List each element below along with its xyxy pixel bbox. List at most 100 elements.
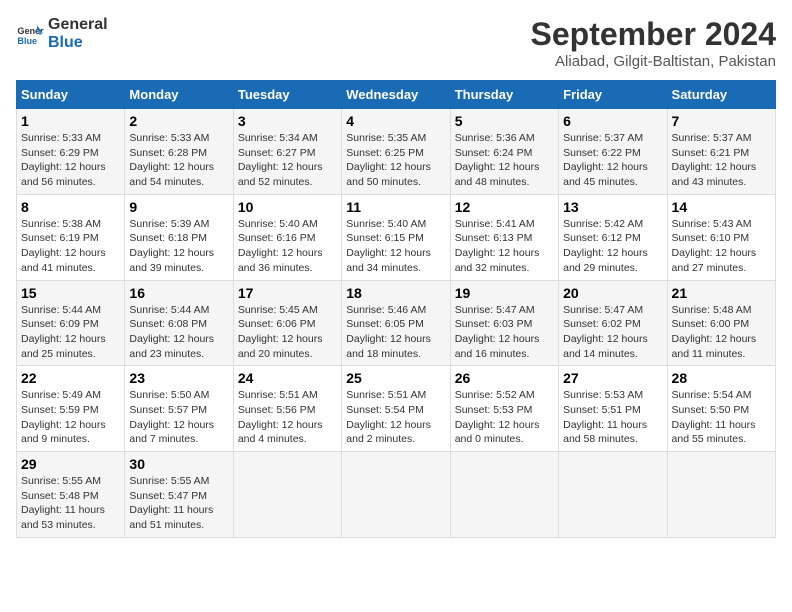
day-cell: 18 Sunrise: 5:46 AMSunset: 6:05 PMDayligh… [342, 280, 450, 366]
day-number: 9 [129, 199, 228, 215]
day-cell: 6 Sunrise: 5:37 AMSunset: 6:22 PMDaylight… [559, 109, 667, 195]
day-number: 1 [21, 113, 120, 129]
day-info: Sunrise: 5:47 AMSunset: 6:02 PMDaylight:… [563, 303, 662, 362]
day-number: 14 [672, 199, 771, 215]
day-info: Sunrise: 5:48 AMSunset: 6:00 PMDaylight:… [672, 303, 771, 362]
header-cell-friday: Friday [559, 81, 667, 109]
day-cell [559, 452, 667, 538]
day-info: Sunrise: 5:54 AMSunset: 5:50 PMDaylight:… [672, 388, 771, 447]
day-info: Sunrise: 5:44 AMSunset: 6:09 PMDaylight:… [21, 303, 120, 362]
day-info: Sunrise: 5:33 AMSunset: 6:28 PMDaylight:… [129, 131, 228, 190]
day-cell: 3 Sunrise: 5:34 AMSunset: 6:27 PMDaylight… [233, 109, 341, 195]
header: General Blue General Blue September 2024… [16, 16, 776, 70]
day-number: 2 [129, 113, 228, 129]
header-cell-tuesday: Tuesday [233, 81, 341, 109]
day-cell: 26 Sunrise: 5:52 AMSunset: 5:53 PMDayligh… [450, 366, 558, 452]
header-cell-monday: Monday [125, 81, 233, 109]
day-cell: 13Sunrise: 5:42 AMSunset: 6:12 PMDayligh… [559, 194, 667, 280]
day-cell: 12 Sunrise: 5:41 AMSunset: 6:13 PMDayligh… [450, 194, 558, 280]
day-number: 22 [21, 370, 120, 386]
day-info: Sunrise: 5:36 AMSunset: 6:24 PMDaylight:… [455, 131, 554, 190]
day-info: Sunrise: 5:53 AMSunset: 5:51 PMDaylight:… [563, 388, 662, 447]
day-info: Sunrise: 5:43 AMSunset: 6:10 PMDaylight:… [672, 217, 771, 276]
calendar-table: SundayMondayTuesdayWednesdayThursdayFrid… [16, 80, 776, 538]
day-info: Sunrise: 5:33 AMSunset: 6:29 PMDaylight:… [21, 131, 120, 190]
logo-blue: Blue [48, 34, 108, 52]
title-block: September 2024 Aliabad, Gilgit-Baltistan… [531, 16, 776, 70]
day-number: 28 [672, 370, 771, 386]
day-number: 17 [238, 285, 337, 301]
week-row-3: 15 Sunrise: 5:44 AMSunset: 6:09 PMDayligh… [17, 280, 776, 366]
day-info: Sunrise: 5:46 AMSunset: 6:05 PMDaylight:… [346, 303, 445, 362]
day-cell: 30 Sunrise: 5:55 AMSunset: 5:47 PMDayligh… [125, 452, 233, 538]
day-info: Sunrise: 5:34 AMSunset: 6:27 PMDaylight:… [238, 131, 337, 190]
day-number: 11 [346, 199, 445, 215]
day-info: Sunrise: 5:51 AMSunset: 5:54 PMDaylight:… [346, 388, 445, 447]
day-info: Sunrise: 5:45 AMSunset: 6:06 PMDaylight:… [238, 303, 337, 362]
day-cell: 19 Sunrise: 5:47 AMSunset: 6:03 PMDayligh… [450, 280, 558, 366]
day-cell: 22 Sunrise: 5:49 AMSunset: 5:59 PMDayligh… [17, 366, 125, 452]
day-cell: 5 Sunrise: 5:36 AMSunset: 6:24 PMDaylight… [450, 109, 558, 195]
day-cell: 23 Sunrise: 5:50 AMSunset: 5:57 PMDayligh… [125, 366, 233, 452]
svg-text:Blue: Blue [17, 35, 37, 45]
day-info: Sunrise: 5:37 AMSunset: 6:22 PMDaylight:… [563, 131, 662, 190]
day-info: Sunrise: 5:41 AMSunset: 6:13 PMDaylight:… [455, 217, 554, 276]
day-cell [233, 452, 341, 538]
day-number: 12 [455, 199, 554, 215]
day-cell: 25Sunrise: 5:51 AMSunset: 5:54 PMDayligh… [342, 366, 450, 452]
day-cell: 4 Sunrise: 5:35 AMSunset: 6:25 PMDaylight… [342, 109, 450, 195]
day-number: 16 [129, 285, 228, 301]
day-number: 29 [21, 456, 120, 472]
logo: General Blue General Blue [16, 16, 108, 51]
day-number: 8 [21, 199, 120, 215]
day-cell: 29 Sunrise: 5:55 AMSunset: 5:48 PMDayligh… [17, 452, 125, 538]
day-cell: 11Sunrise: 5:40 AMSunset: 6:15 PMDayligh… [342, 194, 450, 280]
day-info: Sunrise: 5:40 AMSunset: 6:16 PMDaylight:… [238, 217, 337, 276]
day-cell: 1 Sunrise: 5:33 AMSunset: 6:29 PMDaylight… [17, 109, 125, 195]
day-number: 27 [563, 370, 662, 386]
day-cell [450, 452, 558, 538]
day-info: Sunrise: 5:39 AMSunset: 6:18 PMDaylight:… [129, 217, 228, 276]
day-number: 13 [563, 199, 662, 215]
week-row-5: 29 Sunrise: 5:55 AMSunset: 5:48 PMDayligh… [17, 452, 776, 538]
day-info: Sunrise: 5:52 AMSunset: 5:53 PMDaylight:… [455, 388, 554, 447]
day-number: 18 [346, 285, 445, 301]
day-cell [342, 452, 450, 538]
day-cell: 10 Sunrise: 5:40 AMSunset: 6:16 PMDayligh… [233, 194, 341, 280]
day-cell: 28 Sunrise: 5:54 AMSunset: 5:50 PMDayligh… [667, 366, 775, 452]
day-number: 3 [238, 113, 337, 129]
day-cell: 8 Sunrise: 5:38 AMSunset: 6:19 PMDaylight… [17, 194, 125, 280]
day-cell: 2 Sunrise: 5:33 AMSunset: 6:28 PMDaylight… [125, 109, 233, 195]
header-cell-sunday: Sunday [17, 81, 125, 109]
day-info: Sunrise: 5:55 AMSunset: 5:47 PMDaylight:… [129, 474, 228, 533]
day-number: 5 [455, 113, 554, 129]
day-number: 6 [563, 113, 662, 129]
day-info: Sunrise: 5:51 AMSunset: 5:56 PMDaylight:… [238, 388, 337, 447]
day-info: Sunrise: 5:44 AMSunset: 6:08 PMDaylight:… [129, 303, 228, 362]
header-row: SundayMondayTuesdayWednesdayThursdayFrid… [17, 81, 776, 109]
day-number: 23 [129, 370, 228, 386]
header-cell-wednesday: Wednesday [342, 81, 450, 109]
day-cell: 27 Sunrise: 5:53 AMSunset: 5:51 PMDayligh… [559, 366, 667, 452]
main-title: September 2024 [531, 16, 776, 53]
day-info: Sunrise: 5:35 AMSunset: 6:25 PMDaylight:… [346, 131, 445, 190]
day-cell [667, 452, 775, 538]
day-number: 30 [129, 456, 228, 472]
day-info: Sunrise: 5:49 AMSunset: 5:59 PMDaylight:… [21, 388, 120, 447]
day-info: Sunrise: 5:50 AMSunset: 5:57 PMDaylight:… [129, 388, 228, 447]
day-info: Sunrise: 5:47 AMSunset: 6:03 PMDaylight:… [455, 303, 554, 362]
day-number: 15 [21, 285, 120, 301]
day-cell: 17 Sunrise: 5:45 AMSunset: 6:06 PMDayligh… [233, 280, 341, 366]
logo-icon: General Blue [16, 20, 44, 48]
day-cell: 24 Sunrise: 5:51 AMSunset: 5:56 PMDayligh… [233, 366, 341, 452]
day-number: 19 [455, 285, 554, 301]
day-number: 4 [346, 113, 445, 129]
day-number: 26 [455, 370, 554, 386]
week-row-4: 22 Sunrise: 5:49 AMSunset: 5:59 PMDayligh… [17, 366, 776, 452]
day-cell: 21Sunrise: 5:48 AMSunset: 6:00 PMDayligh… [667, 280, 775, 366]
day-cell: 9 Sunrise: 5:39 AMSunset: 6:18 PMDaylight… [125, 194, 233, 280]
day-number: 24 [238, 370, 337, 386]
day-info: Sunrise: 5:38 AMSunset: 6:19 PMDaylight:… [21, 217, 120, 276]
day-info: Sunrise: 5:55 AMSunset: 5:48 PMDaylight:… [21, 474, 120, 533]
day-number: 10 [238, 199, 337, 215]
